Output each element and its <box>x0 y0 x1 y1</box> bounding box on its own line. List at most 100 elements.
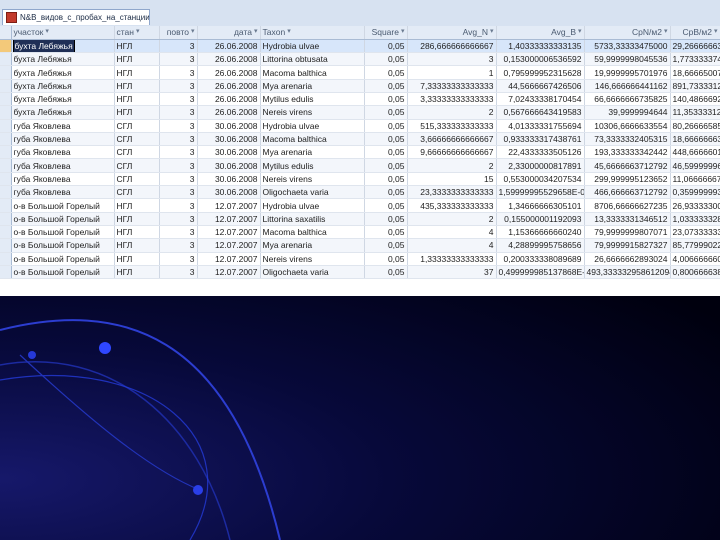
cell-area[interactable]: 0,05 <box>364 79 408 93</box>
cell-b[interactable]: 0,567666643419583 <box>496 105 585 120</box>
table-row[interactable]: бухта Лебяжья НГЛ 3 26.06.2008 Macoma balthi… <box>0 65 720 80</box>
cell-b[interactable]: 0,933333317438761 <box>496 132 585 147</box>
cell-area[interactable]: 0,05 <box>364 119 408 133</box>
cell-date[interactable]: 26.06.2008 <box>197 65 261 80</box>
cell-area[interactable]: 0,05 <box>364 158 408 173</box>
cell-cpn[interactable]: 146,666666441162 <box>584 79 671 93</box>
cell-n[interactable]: 1,33333333333333 <box>407 252 497 266</box>
row-selector[interactable] <box>0 198 12 213</box>
cell-cpb[interactable]: 85,7799902295096 <box>670 238 720 253</box>
cell-b[interactable]: 2,33000000817891 <box>496 158 585 173</box>
cell-cpn[interactable]: 193,333333342442 <box>584 145 671 160</box>
row-selector[interactable] <box>0 158 12 173</box>
table-row[interactable]: губа Яковлева СГЛ 3 30.06.2008 Oligochaeta v… <box>0 185 720 200</box>
cell-date[interactable]: 12.07.2007 <box>197 252 261 266</box>
cell-b[interactable]: 1,15366666660240 <box>496 225 585 240</box>
cell-zone[interactable]: НГЛ <box>114 238 160 253</box>
cell-b[interactable]: 22,4333333505126 <box>496 145 585 160</box>
cell-zone[interactable]: СГЛ <box>114 172 160 187</box>
cell-n[interactable]: 3,33333333333333 <box>407 92 497 107</box>
cell-cpb[interactable]: 0,800666638308811 <box>670 265 720 280</box>
cell-n[interactable]: 2 <box>407 105 497 120</box>
cell-area[interactable]: 0,05 <box>364 185 408 200</box>
cell-area[interactable]: 0,05 <box>364 145 408 160</box>
cell-n[interactable]: 3,66666666666667 <box>407 132 497 147</box>
cell-n[interactable]: 23,3333333333333 <box>407 185 497 200</box>
cell-taxon[interactable]: Macoma balthica <box>260 132 365 147</box>
cell-n[interactable]: 15 <box>407 172 497 187</box>
cell-area[interactable]: 0,05 <box>364 105 408 120</box>
cell-cpb[interactable]: 4,00666666097718 <box>670 252 720 266</box>
row-selector[interactable] <box>0 225 12 240</box>
cell-area[interactable]: 0,05 <box>364 225 408 240</box>
cell-date[interactable]: 26.06.2008 <box>197 105 261 120</box>
cell-b[interactable]: 0,200333338089689 <box>496 252 585 266</box>
table-row[interactable]: бухта Лебяжья НГЛ 3 26.06.2008 Nereis virens… <box>0 105 720 120</box>
table-row[interactable]: бухта Лебяжья НГЛ 3 26.06.2008 Mya arenaria 0… <box>0 79 720 93</box>
cell-rep[interactable]: 3 <box>159 185 198 200</box>
column-header-zone[interactable]: стан ▾ <box>114 26 160 40</box>
row-selector[interactable] <box>0 265 12 280</box>
cell-n[interactable]: 2 <box>407 158 497 173</box>
cell-cpn[interactable]: 26,6666662893024 <box>584 252 671 266</box>
table-row[interactable]: губа Яковлева СГЛ 3 30.06.2008 Mytilus eduli… <box>0 158 720 173</box>
table-row[interactable]: бухта Лебяжья НГЛ 3 26.06.2008 Hydrobia ulva… <box>0 39 720 54</box>
cell-date[interactable]: 12.07.2007 <box>197 212 261 226</box>
cell-cpb[interactable]: 26,9333330006159 <box>670 198 720 213</box>
cell-b[interactable]: 0,795999952315628 <box>496 65 585 80</box>
cell-taxon[interactable]: Oligochaeta varia <box>260 185 365 200</box>
cell-taxon[interactable]: Mytilus edulis <box>260 158 365 173</box>
cell-zone[interactable]: СГЛ <box>114 158 160 173</box>
column-filter-dropdown-icon[interactable]: ▾ <box>191 26 195 38</box>
row-selector[interactable] <box>0 105 12 120</box>
cell-date[interactable]: 30.06.2008 <box>197 185 261 200</box>
cell-site[interactable]: о-в Большой Горелый <box>11 212 115 226</box>
cell-taxon[interactable]: Mya arenaria <box>260 79 365 93</box>
table-row[interactable]: бухта Лебяжья НГЛ 3 26.06.2008 Mytilus eduli… <box>0 92 720 107</box>
cell-cpb[interactable]: 46,5999999694287 <box>670 158 720 173</box>
select-all-corner[interactable] <box>0 26 12 40</box>
cell-cpn[interactable]: 79,9999999807071 <box>584 225 671 240</box>
cell-taxon[interactable]: Nereis virens <box>260 172 365 187</box>
cell-cpb[interactable]: 80,2666658538013 <box>670 119 720 133</box>
cell-n[interactable]: 515,333333333333 <box>407 119 497 133</box>
cell-date[interactable]: 26.06.2008 <box>197 52 261 67</box>
cell-site[interactable]: бухта Лебяжья <box>11 79 115 93</box>
cell-b[interactable]: 7,02433338170454 <box>496 92 585 107</box>
cell-date[interactable]: 30.06.2008 <box>197 158 261 173</box>
cell-b[interactable]: 0,153000006536592 <box>496 52 585 67</box>
cell-zone[interactable]: НГЛ <box>114 52 160 67</box>
column-header-cpn[interactable]: CpN/м2 ▾ <box>584 26 671 40</box>
cell-taxon[interactable]: Macoma balthica <box>260 65 365 80</box>
cell-b[interactable]: 0,499999985137868E-02 <box>496 265 585 280</box>
table-row[interactable]: о-в Большой Горелый НГЛ 3 12.07.2007 Littori… <box>0 212 720 226</box>
cell-cpn[interactable]: 19,9999995701976 <box>584 65 671 80</box>
cell-b[interactable]: 4,01333331755694 <box>496 119 585 133</box>
cell-taxon[interactable]: Macoma balthica <box>260 225 365 240</box>
cell-date[interactable]: 26.06.2008 <box>197 39 261 54</box>
cell-site[interactable]: бухта Лебяжья <box>11 92 115 107</box>
cell-site[interactable]: о-в Большой Горелый <box>11 265 115 280</box>
cell-taxon[interactable]: Mya arenaria <box>260 145 365 160</box>
column-header-n[interactable]: Avg_N ▾ <box>407 26 497 40</box>
cell-b[interactable]: 1,40333333333135 <box>496 39 585 54</box>
column-header-rep[interactable]: повто ▾ <box>159 26 198 40</box>
cell-cpb[interactable]: 18,6666666370823 <box>670 132 720 147</box>
column-filter-dropdown-icon[interactable]: ▾ <box>45 26 49 38</box>
column-filter-dropdown-icon[interactable]: ▾ <box>714 26 718 38</box>
table-row[interactable]: губа Яковлева СГЛ 3 30.06.2008 Nereis virens… <box>0 172 720 187</box>
cell-area[interactable]: 0,05 <box>364 172 408 187</box>
cell-taxon[interactable]: Littorina obtusata <box>260 52 365 67</box>
column-header-cpb[interactable]: CpB/м2 ▾ <box>670 26 720 40</box>
column-filter-dropdown-icon[interactable]: ▾ <box>401 26 405 38</box>
column-filter-dropdown-icon[interactable]: ▾ <box>578 26 582 38</box>
row-selector[interactable] <box>0 145 12 160</box>
column-header-b[interactable]: Avg_B ▾ <box>496 26 585 40</box>
cell-site[interactable]: губа Яковлева <box>11 119 115 133</box>
cell-area[interactable]: 0,05 <box>364 65 408 80</box>
row-selector[interactable] <box>0 92 12 107</box>
table-row[interactable]: бухта Лебяжья НГЛ 3 26.06.2008 Littorina obt… <box>0 52 720 67</box>
cell-taxon[interactable]: Hydrobia ulvae <box>260 119 365 133</box>
cell-cpn[interactable]: 45,6666663712792 <box>584 158 671 173</box>
cell-area[interactable]: 0,05 <box>364 39 408 54</box>
